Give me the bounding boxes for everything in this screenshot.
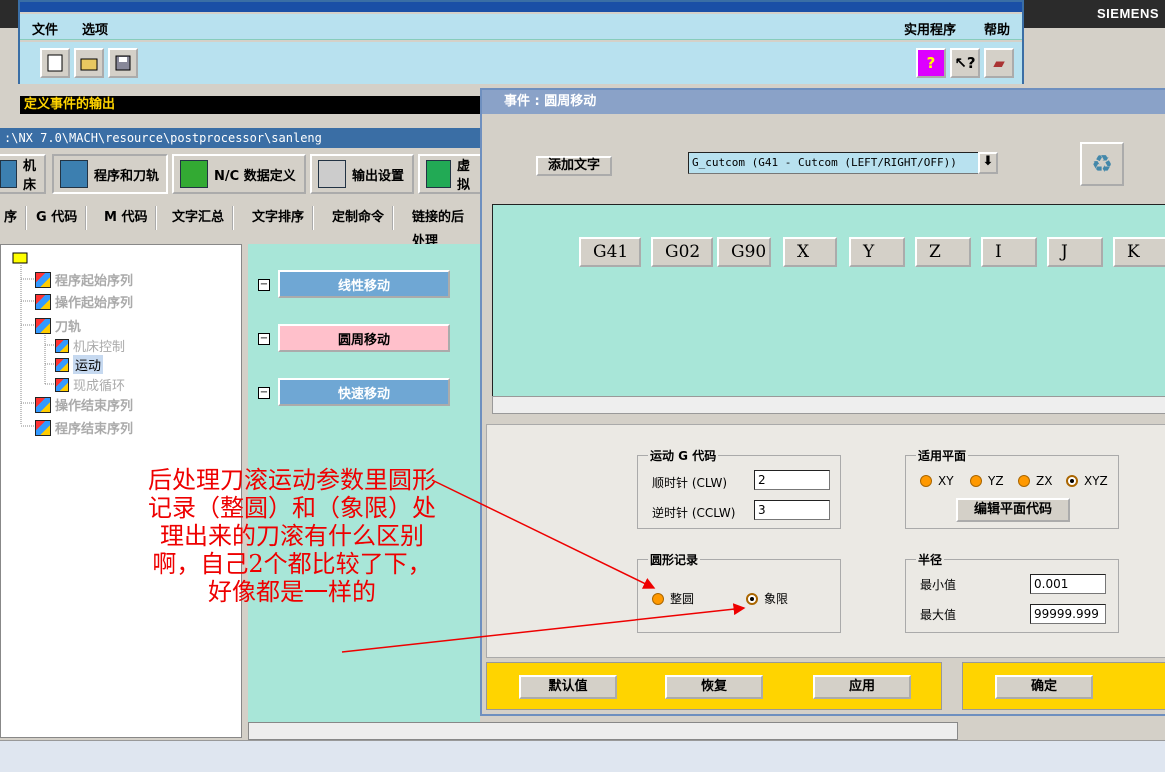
annotation-arrows (341, 479, 746, 653)
